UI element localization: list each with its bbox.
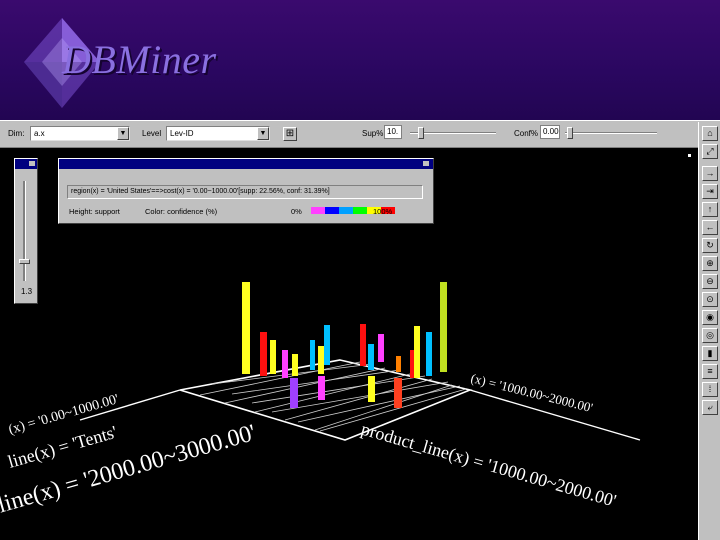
bar	[310, 340, 315, 370]
bar	[394, 378, 402, 408]
support-label: Sup%	[362, 129, 384, 138]
bar	[282, 350, 288, 378]
eye-icon[interactable]: ◉	[702, 310, 718, 325]
bar	[426, 332, 432, 376]
arrow-left-icon[interactable]: ←	[702, 220, 718, 235]
height-slider-track[interactable]	[23, 181, 26, 281]
confidence-slider-thumb[interactable]	[567, 127, 573, 139]
height-slider-thumb[interactable]	[19, 259, 30, 264]
scale-min-label: 0%	[291, 207, 302, 216]
toolbar: Dim: a.x ▼ Level Lev-ID ▼ ⊞ Sup% 10. Con…	[0, 120, 720, 148]
home-icon[interactable]: ⌂	[702, 126, 718, 141]
color-swatch	[353, 207, 367, 214]
scale-max-label: 100%	[373, 207, 393, 216]
grid-toggle-icon[interactable]: ⊞	[283, 127, 297, 141]
chevron-down-icon[interactable]: ▼	[257, 127, 269, 140]
bar	[318, 346, 324, 374]
bar	[396, 356, 401, 372]
panel-titlebar[interactable]	[59, 159, 433, 169]
height-scale-value: 1.3	[21, 287, 33, 296]
chevron-down-icon[interactable]: ▼	[117, 127, 129, 140]
scatter-icon[interactable]: ⁞	[702, 382, 718, 397]
level-select[interactable]: Lev-ID ▼	[166, 126, 270, 141]
eye-alt-icon[interactable]: ◎	[702, 328, 718, 343]
exit-icon[interactable]: ⤶	[702, 400, 718, 415]
arrow-up-icon[interactable]: ↑	[702, 202, 718, 217]
height-scale-panel: 1.3	[14, 158, 38, 304]
vertical-scrollbar[interactable]	[684, 150, 696, 540]
bar	[242, 282, 250, 374]
rotate-icon[interactable]: ↻	[702, 238, 718, 253]
level-select-value: Lev-ID	[170, 129, 194, 138]
confidence-label: Conf%	[514, 129, 539, 138]
bar	[292, 354, 298, 376]
arrow-right-alt-icon[interactable]: ⇥	[702, 184, 718, 199]
level-label: Level	[142, 129, 162, 138]
bar	[324, 325, 330, 365]
support-field[interactable]: 10.	[384, 125, 402, 139]
legend-icon[interactable]: ≡	[702, 364, 718, 379]
app-banner: DBMiner	[0, 0, 720, 120]
bar	[260, 332, 267, 376]
dim-select[interactable]: a.x ▼	[30, 126, 130, 141]
bar	[318, 376, 325, 400]
zoom-out-icon[interactable]: ⊖	[702, 274, 718, 289]
arrow-right-icon[interactable]: →	[702, 166, 718, 181]
color-legend-label: Color: confidence (%)	[145, 207, 218, 216]
minimize-icon[interactable]	[29, 161, 35, 166]
rule-info-panel: region(x) = 'United States'==>cost(x) = …	[58, 158, 434, 224]
bar	[378, 334, 384, 362]
confidence-slider[interactable]	[565, 127, 657, 139]
rule-text: region(x) = 'United States'==>cost(x) = …	[67, 185, 423, 199]
bar	[290, 378, 298, 408]
minimize-icon[interactable]	[423, 161, 429, 166]
dim-label: Dim:	[8, 129, 25, 138]
bar	[368, 344, 374, 370]
view-tools-column: ⌂ ⤢ → ⇥ ↑ ← ↻ ⊕ ⊖ ⊙ ◉ ◎ ▮ ≡ ⁞ ⤶	[698, 122, 720, 540]
reset-icon[interactable]: ⊙	[702, 292, 718, 307]
color-swatch	[339, 207, 353, 214]
bar	[360, 324, 366, 366]
support-slider-thumb[interactable]	[418, 127, 424, 139]
support-slider[interactable]	[410, 127, 496, 139]
color-swatch	[311, 207, 325, 214]
zoom-icon[interactable]: ⤢	[702, 144, 718, 159]
bars-icon[interactable]: ▮	[702, 346, 718, 361]
app-logo-text: DBMiner	[62, 37, 217, 82]
bar	[440, 282, 447, 372]
panel-titlebar[interactable]	[15, 159, 37, 169]
bar	[414, 326, 420, 378]
zoom-in-icon[interactable]: ⊕	[702, 256, 718, 271]
bar	[368, 376, 375, 402]
bar	[270, 340, 276, 374]
dim-select-value: a.x	[34, 129, 45, 138]
color-swatch	[325, 207, 339, 214]
confidence-field[interactable]: 0.00	[540, 125, 560, 139]
height-legend-label: Height: support	[69, 207, 120, 216]
